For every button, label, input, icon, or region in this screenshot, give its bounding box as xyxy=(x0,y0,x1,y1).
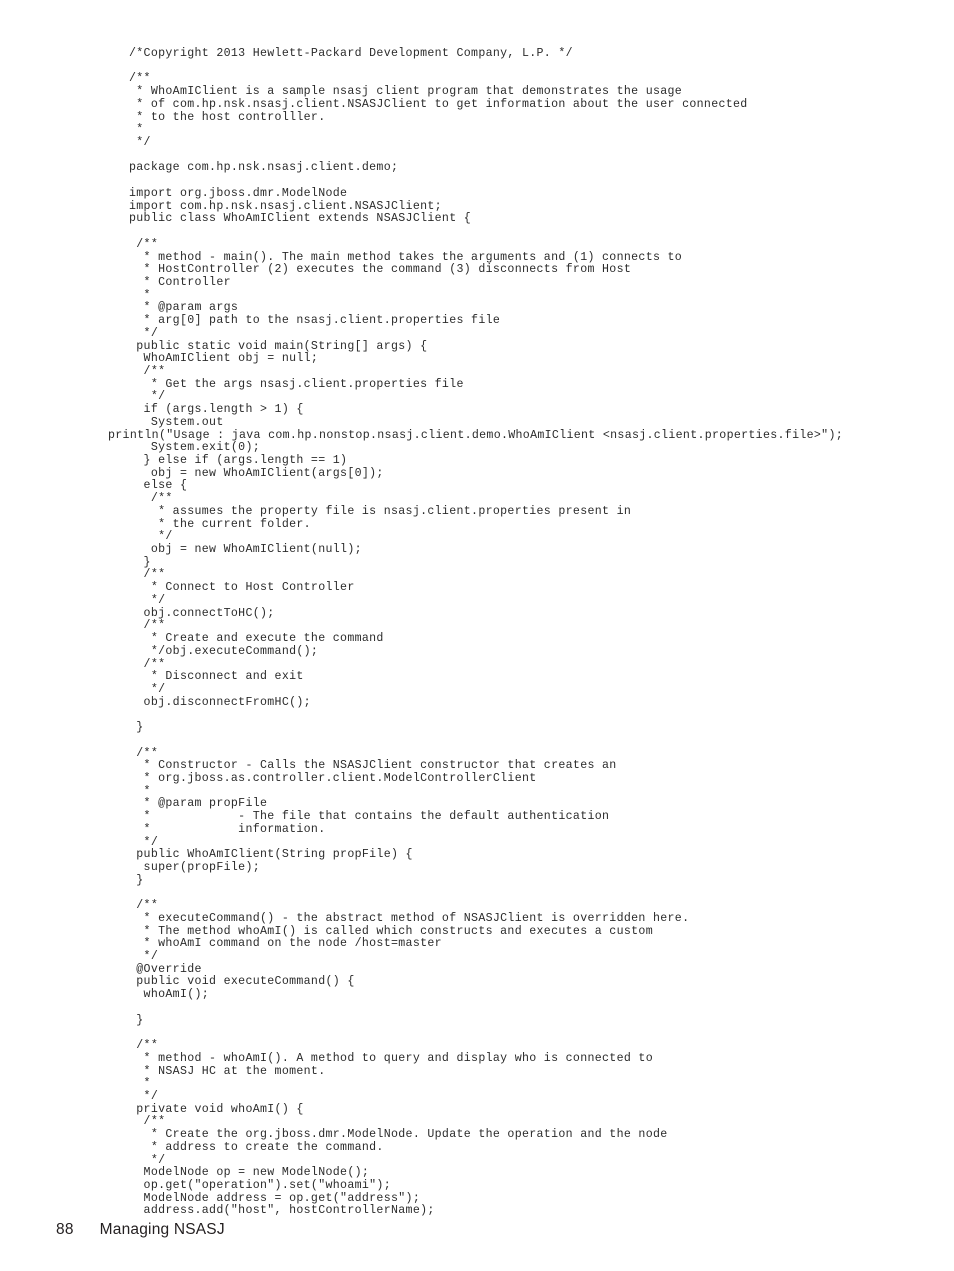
code-line: * HostController (2) executes the comman… xyxy=(129,263,632,277)
page-number: 88 xyxy=(56,1221,74,1238)
code-line: } xyxy=(129,873,144,887)
code-line: * address to create the command. xyxy=(129,1140,384,1154)
code-line: * WhoAmIClient is a sample nsasj client … xyxy=(129,85,683,99)
code-line: /** xyxy=(129,492,173,506)
code-line: * xyxy=(129,123,144,137)
code-line: * method - whoAmI(). A method to query a… xyxy=(129,1051,653,1065)
code-line: address.add("host", hostControllerName); xyxy=(129,1204,435,1218)
code-line: package com.hp.nsk.nsasj.client.demo; xyxy=(129,161,399,175)
code-line: /** xyxy=(129,364,166,378)
code-line: * - The file that contains the default a… xyxy=(129,810,610,824)
code-line: * Create and execute the command xyxy=(129,632,384,646)
code-line: System.out xyxy=(129,415,224,429)
code-listing: /*Copyright 2013 Hewlett-Packard Develop… xyxy=(108,47,938,1218)
code-line: import org.jboss.dmr.ModelNode xyxy=(129,186,348,200)
code-line: * Connect to Host Controller xyxy=(129,581,355,595)
code-line: */obj.executeCommand(); xyxy=(129,644,319,658)
code-line: * Disconnect and exit xyxy=(129,670,304,684)
code-line: } xyxy=(129,721,144,735)
code-line: * Create the org.jboss.dmr.ModelNode. Up… xyxy=(129,1128,668,1142)
code-line: */ xyxy=(129,682,166,696)
page-footer: 88 Managing NSASJ xyxy=(56,1221,225,1239)
code-line: * the current folder. xyxy=(129,517,311,531)
code-line: * assumes the property file is nsasj.cli… xyxy=(129,504,632,518)
code-line: */ xyxy=(129,593,166,607)
code-line: * arg[0] path to the nsasj.client.proper… xyxy=(129,314,501,328)
code-line: WhoAmIClient obj = null; xyxy=(129,352,319,366)
code-line: */ xyxy=(129,1089,159,1103)
code-line: * Controller xyxy=(129,275,231,289)
code-line: /** xyxy=(129,237,159,251)
running-head: Managing NSASJ xyxy=(99,1221,225,1238)
code-line: else { xyxy=(129,479,188,493)
code-line: whoAmI(); xyxy=(129,988,210,1002)
code-line: public void executeCommand() { xyxy=(129,975,355,989)
code-line: obj = new WhoAmIClient(null); xyxy=(129,543,362,557)
code-line: super(propFile); xyxy=(129,861,260,874)
code-line: * NSASJ HC at the moment. xyxy=(129,1064,326,1078)
code-line: obj.connectToHC(); xyxy=(129,606,275,620)
code-line: } xyxy=(129,1013,144,1027)
code-line: obj.disconnectFromHC(); xyxy=(129,695,311,709)
code-line: /** xyxy=(129,1039,159,1053)
code-line: * of com.hp.nsk.nsasj.client.NSASJClient… xyxy=(129,97,748,111)
document-page: /*Copyright 2013 Hewlett-Packard Develop… xyxy=(0,0,954,1271)
code-line: /** xyxy=(129,899,159,913)
code-line: op.get("operation").set("whoami"); xyxy=(129,1178,391,1192)
code-line: * whoAmI command on the node /host=maste… xyxy=(129,937,442,951)
code-line: * xyxy=(129,1077,151,1091)
code-line: if (args.length > 1) { xyxy=(129,403,304,417)
code-line: * executeCommand() - the abstract method… xyxy=(129,911,690,925)
code-line: */ xyxy=(129,136,151,150)
code-line: * to the host controlller. xyxy=(129,110,326,124)
code-line: public class WhoAmIClient extends NSASJC… xyxy=(129,212,472,226)
code-line: obj = new WhoAmIClient(args[0]); xyxy=(129,466,384,480)
code-line: * Get the args nsasj.client.properties f… xyxy=(129,377,464,391)
code-line: */ xyxy=(129,326,159,340)
code-line: } else if (args.length == 1) xyxy=(129,454,348,467)
code-line: * information. xyxy=(129,822,326,836)
code-line: * org.jboss.as.controller.client.ModelCo… xyxy=(129,771,537,785)
code-line: */ xyxy=(129,950,159,964)
code-line: /*Copyright 2013 Hewlett-Packard Develop… xyxy=(129,47,573,60)
code-line: private void whoAmI() { xyxy=(129,1102,304,1116)
code-line: } xyxy=(129,555,151,569)
